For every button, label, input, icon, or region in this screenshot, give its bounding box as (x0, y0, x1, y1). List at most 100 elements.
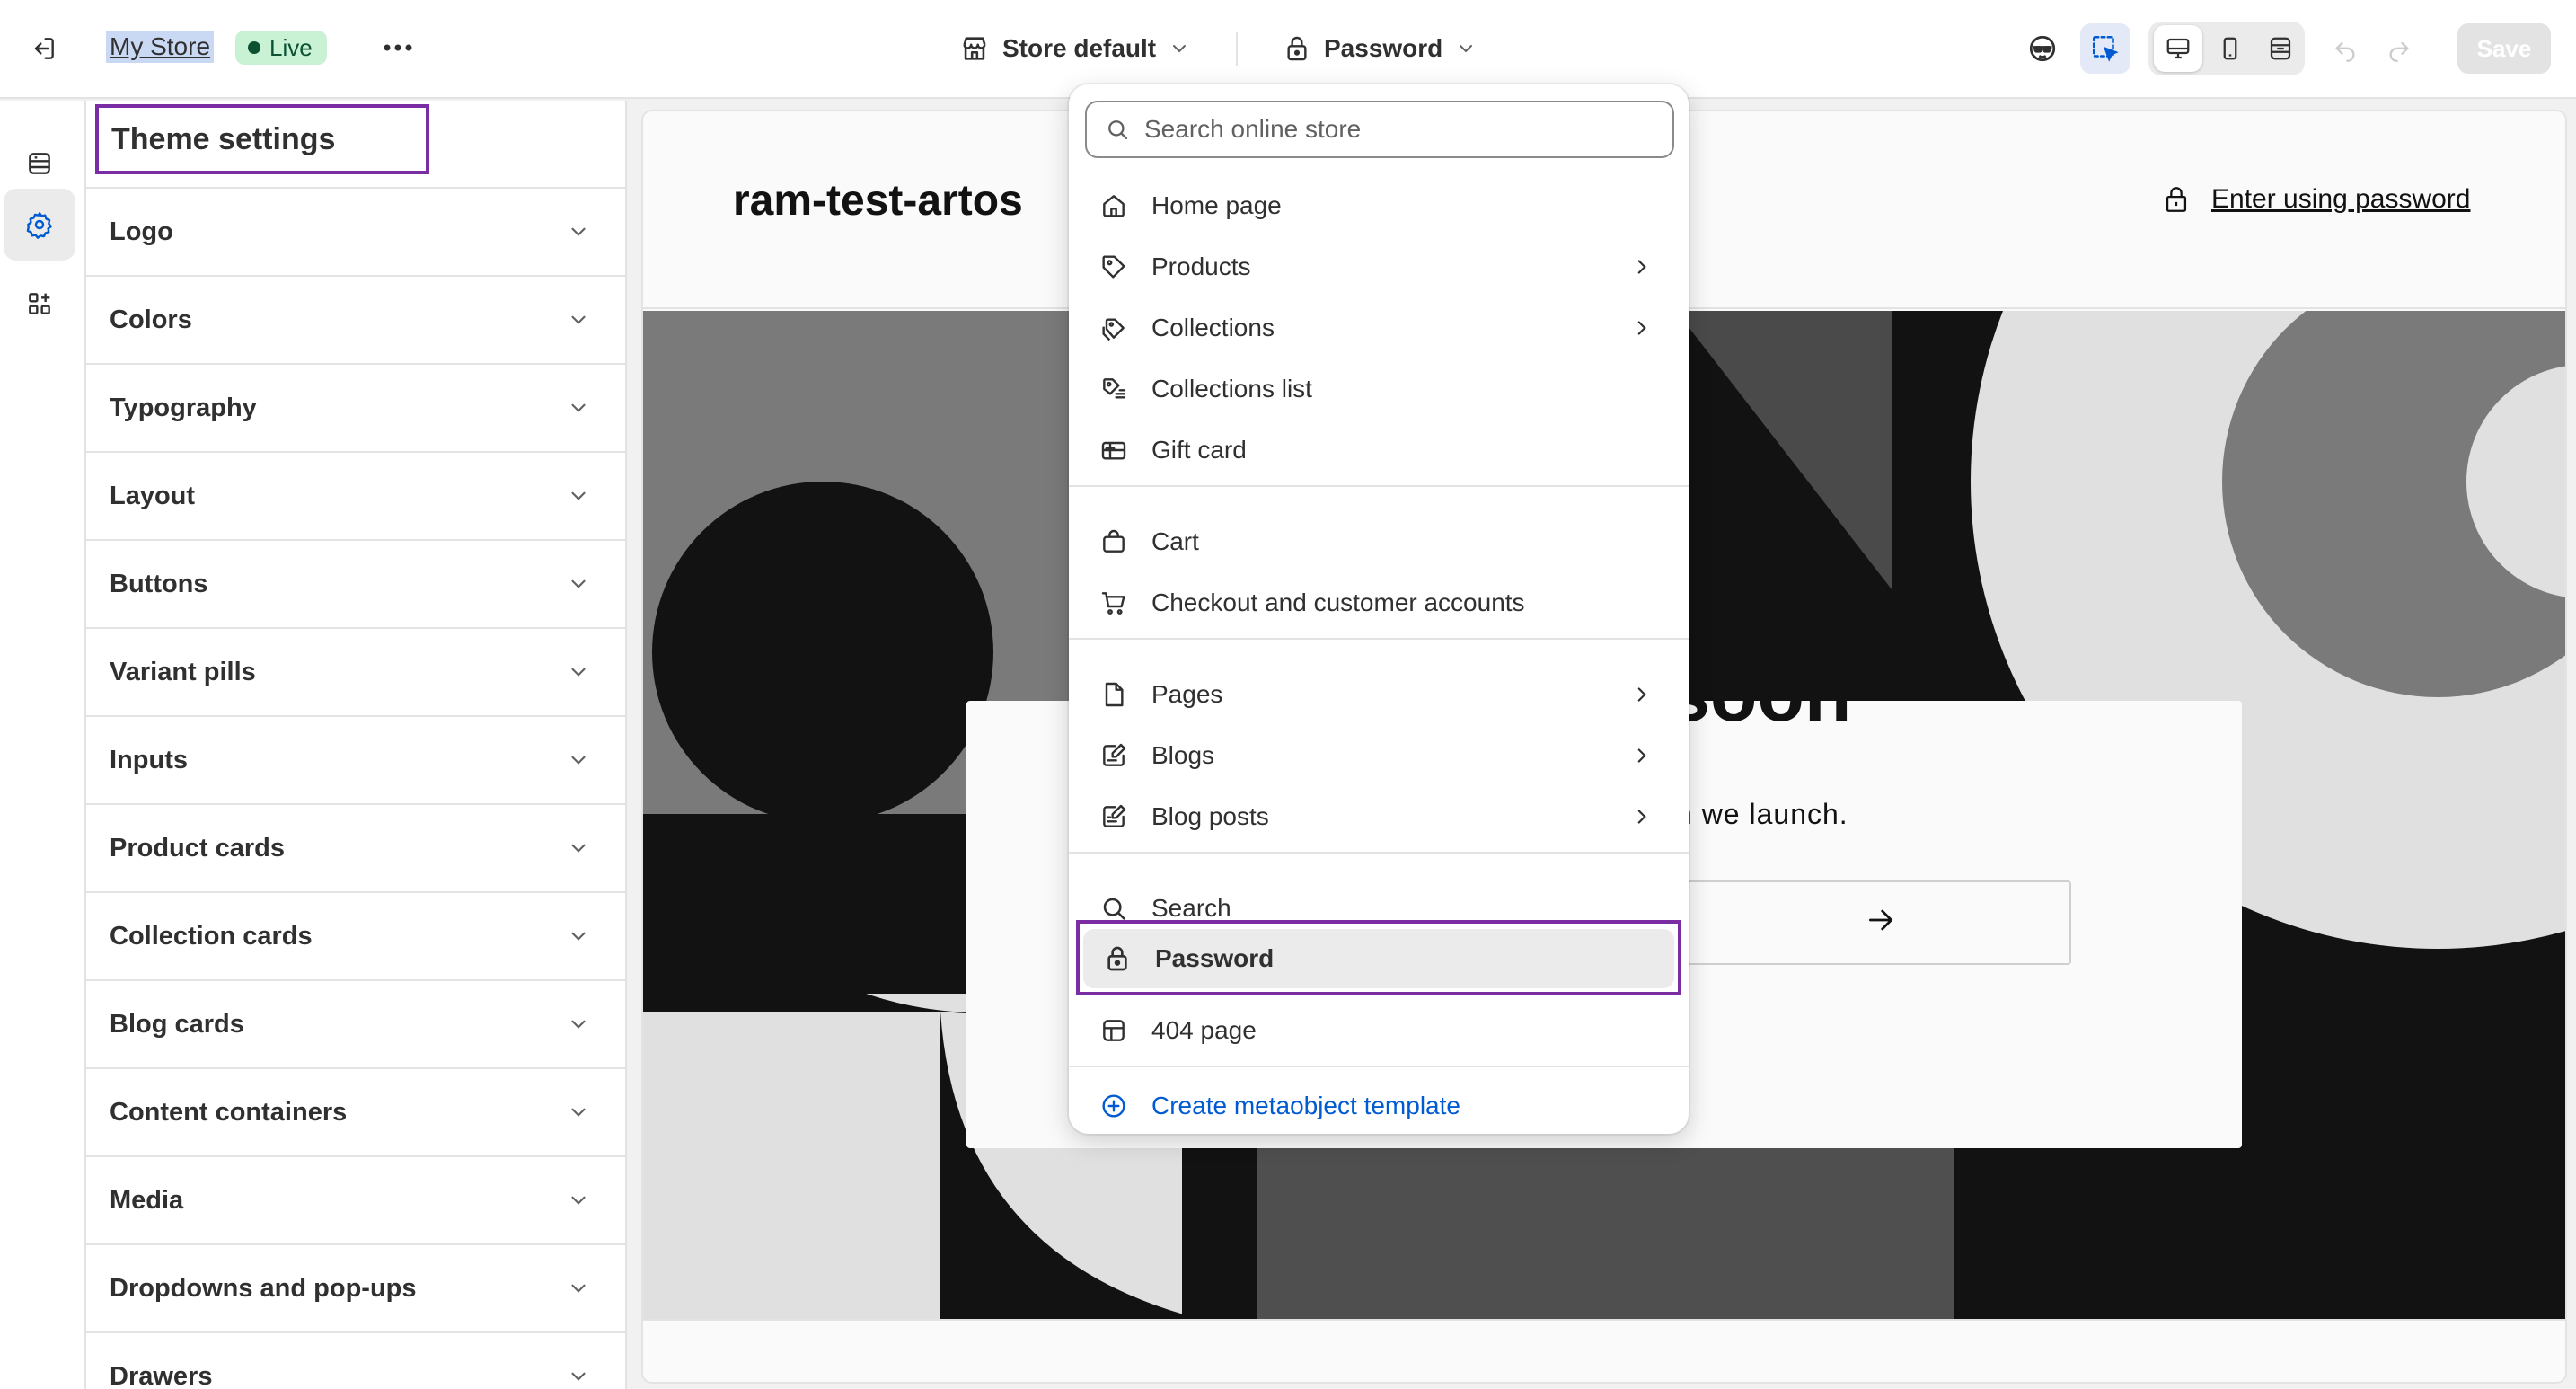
collection-list-icon (1098, 373, 1130, 405)
dropdown-item-label: Collections (1151, 314, 1275, 341)
accordion-label: Product cards (110, 833, 285, 863)
chevron-right-icon (1628, 314, 1656, 342)
dropdown-item-label: Create metaobject template (1151, 1092, 1460, 1119)
chevron-down-icon (566, 395, 591, 420)
theme-settings-tab-button[interactable] (4, 189, 75, 261)
accordion-dropdowns-popups[interactable]: Dropdowns and pop-ups (86, 1243, 625, 1331)
chevron-down-icon (566, 1364, 591, 1389)
sections-icon (29, 153, 50, 174)
dropdown-item-404-page[interactable]: 404 page (1080, 1001, 1678, 1060)
dropdown-item-gift-card[interactable]: Gift card (1080, 420, 1678, 480)
tag-icon (1098, 251, 1130, 283)
dropdown-item-label: Blogs (1151, 741, 1215, 769)
save-button[interactable]: Save (2457, 23, 2551, 74)
accordion-colors[interactable]: Colors (86, 275, 625, 363)
undo-button[interactable] (2325, 29, 2366, 70)
page-selector-dropdown: Search online store Home page Products C… (1069, 84, 1689, 1134)
dropdown-divider (1069, 638, 1689, 640)
accordion-media[interactable]: Media (86, 1155, 625, 1243)
layout-icon (1098, 1014, 1130, 1047)
chevron-right-icon (1628, 802, 1656, 831)
dropdown-divider (1069, 485, 1689, 487)
arrow-right-icon[interactable] (1863, 902, 1899, 938)
chevron-down-icon (566, 1188, 591, 1213)
dropdown-item-label: Gift card (1151, 436, 1247, 464)
accordion-drawers[interactable]: Drawers (86, 1331, 625, 1389)
mobile-view-button[interactable] (2206, 25, 2254, 72)
chevron-down-icon (566, 1100, 591, 1125)
chevron-down-icon (566, 307, 591, 332)
chevron-down-icon (566, 1012, 591, 1037)
accordion-label: Logo (110, 217, 173, 246)
accordion-label: Dropdowns and pop-ups (110, 1273, 417, 1303)
sidekick-button[interactable] (2017, 23, 2068, 74)
accordion-variant-pills[interactable]: Variant pills (86, 627, 625, 715)
accordion-label: Layout (110, 481, 196, 510)
desktop-view-button[interactable] (2154, 25, 2202, 72)
accordion-label: Colors (110, 305, 192, 334)
gear-icon (26, 212, 52, 239)
accordion-label: Media (110, 1185, 184, 1215)
chevron-down-icon (566, 571, 591, 597)
fullscreen-view-button[interactable] (2256, 25, 2305, 72)
chevron-down-icon (566, 219, 591, 244)
preview-subtext: n we launch. (1676, 798, 1848, 830)
dropdown-item-products[interactable]: Products (1080, 237, 1678, 296)
panel-title: Theme settings (95, 104, 429, 174)
lock-icon (2166, 187, 2187, 212)
cart-icon (1098, 587, 1130, 619)
redo-button[interactable] (2378, 29, 2420, 70)
dropdown-item-blogs[interactable]: Blogs (1080, 726, 1678, 785)
home-icon (1098, 190, 1130, 222)
dropdown-item-home-page[interactable]: Home page (1080, 176, 1678, 235)
chevron-down-icon (566, 1276, 591, 1301)
accordion-blog-cards[interactable]: Blog cards (86, 979, 625, 1067)
accordion-product-cards[interactable]: Product cards (86, 803, 625, 891)
accordion-logo[interactable]: Logo (86, 187, 625, 275)
accordion-content-containers[interactable]: Content containers (86, 1067, 625, 1155)
inspector-button[interactable] (2080, 23, 2130, 74)
template-selector[interactable]: Store default (959, 27, 1190, 70)
search-icon (1108, 120, 1128, 140)
accordion-buttons[interactable]: Buttons (86, 539, 625, 627)
desktop-icon (2166, 38, 2190, 59)
sidekick-icon (2029, 35, 2056, 62)
dropdown-divider (1069, 1066, 1689, 1067)
dropdown-item-label: Cart (1151, 527, 1199, 555)
settings-accordion-list: Logo Colors Typography Layout Buttons Va… (86, 187, 625, 1389)
accordion-layout[interactable]: Layout (86, 451, 625, 539)
dropdown-item-collections[interactable]: Collections (1080, 298, 1678, 358)
fullscreen-icon (2270, 37, 2291, 60)
inspector-icon (2092, 35, 2119, 62)
page-icon (1098, 678, 1130, 711)
lock-icon (1287, 36, 1307, 61)
undo-icon (2335, 41, 2355, 62)
chevron-down-icon (1460, 45, 1473, 53)
create-metaobject-template-button[interactable]: Create metaobject template (1080, 1076, 1678, 1134)
enter-password-link[interactable]: Enter using password (2161, 183, 2471, 216)
chevron-down-icon (566, 748, 591, 773)
dropdown-item-blog-posts[interactable]: Blog posts (1080, 787, 1678, 846)
accordion-collection-cards[interactable]: Collection cards (86, 891, 625, 979)
accordion-typography[interactable]: Typography (86, 363, 625, 451)
page-selector[interactable]: Password (1283, 27, 1477, 70)
more-actions-button[interactable] (375, 27, 420, 68)
exit-button[interactable] (20, 27, 66, 70)
apps-tab-button[interactable] (4, 268, 75, 340)
dropdown-item-collections-list[interactable]: Collections list (1080, 359, 1678, 419)
chevron-down-icon (566, 836, 591, 861)
dropdown-item-label: Blog posts (1151, 802, 1269, 830)
blog-post-icon (1098, 801, 1130, 833)
accordion-label: Blog cards (110, 1009, 244, 1039)
dropdown-item-pages[interactable]: Pages (1080, 665, 1678, 724)
store-name[interactable]: My Store (106, 31, 215, 63)
search-online-store-input[interactable]: Search online store (1085, 101, 1674, 158)
dropdown-item-checkout[interactable]: Checkout and customer accounts (1080, 573, 1678, 633)
editor-rail (0, 101, 86, 1389)
enter-password-label: Enter using password (2211, 184, 2471, 214)
preview-footer (643, 1319, 2565, 1382)
accordion-label: Drawers (110, 1361, 213, 1389)
dropdown-item-cart[interactable]: Cart (1080, 512, 1678, 571)
accordion-inputs[interactable]: Inputs (86, 715, 625, 803)
dropdown-item-label: Collections list (1151, 375, 1312, 403)
